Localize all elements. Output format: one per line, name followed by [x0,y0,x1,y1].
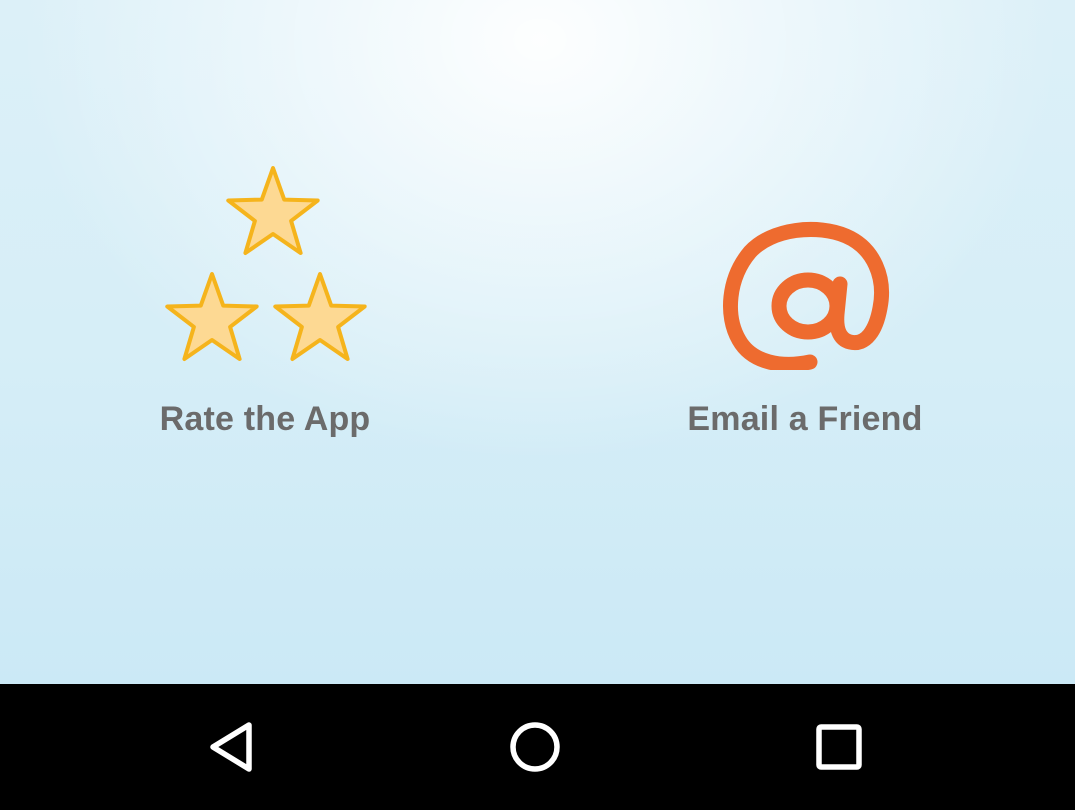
home-button[interactable] [505,717,565,777]
recents-button[interactable] [809,717,869,777]
rate-app-button[interactable]: Rate the App [130,150,400,460]
three-stars-icon [162,163,368,373]
home-icon [510,722,560,772]
share-options-panel: Rate the App Email a Friend [0,0,1075,684]
navigation-bar [0,684,1075,810]
back-button[interactable] [203,717,263,777]
app-screen: Rate the App Email a Friend [0,0,1075,810]
at-sign-icon [722,218,892,372]
star-left-icon [165,272,259,361]
email-friend-label: Email a Friend [687,400,923,438]
recents-icon [816,724,862,770]
star-top-icon [226,166,320,255]
back-icon [210,722,252,772]
rate-app-label: Rate the App [159,400,371,438]
email-friend-button[interactable]: Email a Friend [660,150,950,460]
star-right-icon [273,272,367,361]
